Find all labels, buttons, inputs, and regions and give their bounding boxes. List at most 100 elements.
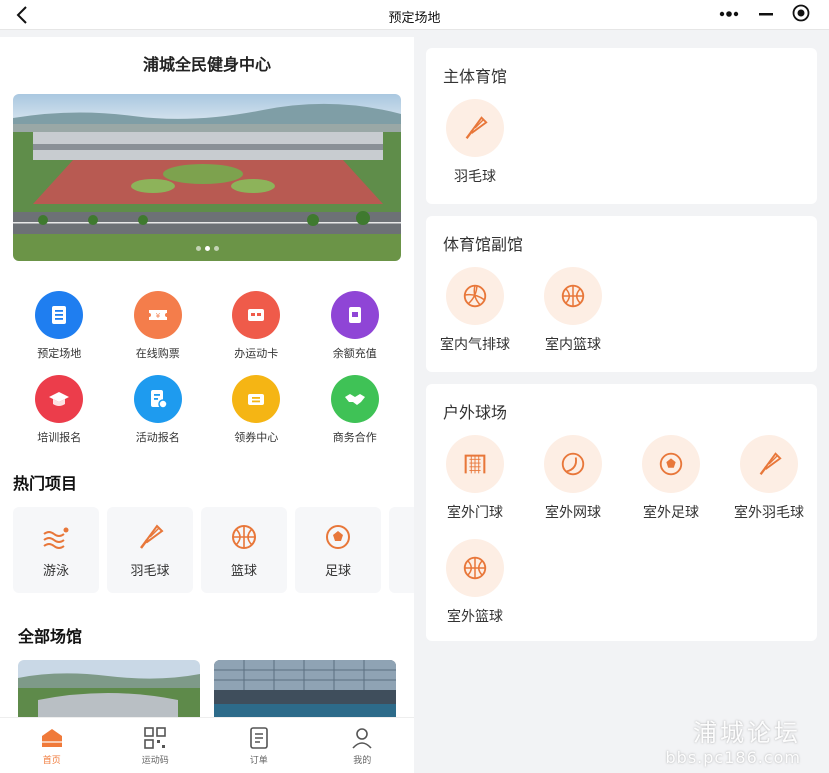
hot-card-label: 羽毛球 bbox=[130, 563, 170, 579]
category-card-main-gym: 主体育馆 羽毛球 bbox=[426, 48, 817, 204]
gate-icon bbox=[446, 435, 504, 493]
venue-category-pane: 主体育馆 羽毛球 体育馆副馆 室内气排球 室内篮球 户外球场 室外门球 室外网球… bbox=[414, 37, 829, 773]
sport-label: 室内气排球 bbox=[440, 337, 510, 353]
home-icon bbox=[41, 729, 62, 747]
grid-item-recharge[interactable]: 余额充值 bbox=[306, 291, 405, 361]
sport-item-outdoor-gateball[interactable]: 室外门球 bbox=[426, 435, 524, 522]
carousel-dot[interactable] bbox=[195, 246, 201, 251]
sport-item-outdoor-badminton[interactable]: 室外羽毛球 bbox=[720, 435, 818, 522]
list-icon bbox=[35, 291, 84, 339]
hot-card-label: 游泳 bbox=[42, 563, 69, 579]
grid-item-label: 预定场地 bbox=[37, 347, 82, 360]
sport-label: 室外篮球 bbox=[447, 609, 503, 625]
sport-item-outdoor-tennis[interactable]: 室外网球 bbox=[524, 435, 622, 522]
grid-item-label: 领券中心 bbox=[234, 431, 279, 444]
wallet-icon bbox=[330, 291, 379, 339]
home-pane: 浦城全民健身中心 预定场地 ¥ 在线购票 办运动卡 余额充值 培训报名 活动报名… bbox=[0, 37, 414, 773]
more-dots-icon[interactable] bbox=[718, 7, 740, 23]
badminton-icon bbox=[446, 99, 504, 157]
grid-item-training[interactable]: 培训报名 bbox=[10, 375, 109, 445]
tennis-ball-icon bbox=[544, 435, 602, 493]
banner-carousel[interactable] bbox=[13, 94, 401, 261]
sport-label: 室外足球 bbox=[643, 505, 699, 521]
grid-item-label: 在线购票 bbox=[135, 347, 180, 360]
category-card-outdoor: 户外球场 室外门球 室外网球 室外足球 室外羽毛球 室外篮球 bbox=[426, 384, 817, 641]
football-icon bbox=[642, 435, 700, 493]
tab-orders[interactable]: 订单 bbox=[207, 718, 311, 773]
hot-card-basketball[interactable]: 篮球 bbox=[201, 507, 287, 593]
svg-text:¥: ¥ bbox=[156, 312, 161, 320]
grid-item-label: 办运动卡 bbox=[234, 347, 279, 360]
hot-card-swimming[interactable]: 游泳 bbox=[13, 507, 99, 593]
carousel-dot[interactable] bbox=[213, 246, 219, 251]
basketball-icon bbox=[446, 539, 504, 597]
order-list-icon bbox=[249, 727, 268, 749]
hot-card-label: 篮球 bbox=[230, 563, 257, 579]
nav-bar: 预定场地 bbox=[0, 0, 829, 30]
tab-label: 我的 bbox=[353, 756, 372, 766]
venue-list bbox=[18, 660, 398, 720]
grid-item-event[interactable]: 活动报名 bbox=[109, 375, 208, 445]
football-icon bbox=[326, 524, 350, 549]
page-title: 预定场地 bbox=[388, 11, 441, 26]
banner-image bbox=[13, 94, 401, 261]
tab-mine[interactable]: 我的 bbox=[311, 718, 415, 773]
hot-card-badminton[interactable]: 羽毛球 bbox=[107, 507, 193, 593]
card-icon bbox=[232, 291, 281, 339]
hot-card-label: 足球 bbox=[324, 563, 351, 579]
minus-icon[interactable] bbox=[758, 7, 774, 23]
tab-sport-code[interactable]: 运动码 bbox=[104, 718, 208, 773]
venue-card-image[interactable] bbox=[18, 660, 200, 720]
volleyball-icon bbox=[446, 267, 504, 325]
badminton-icon bbox=[140, 523, 164, 549]
hot-card-football[interactable]: 足球 bbox=[295, 507, 381, 593]
tab-label: 运动码 bbox=[141, 756, 169, 766]
sport-label: 室外羽毛球 bbox=[734, 505, 804, 521]
watermark-url: bbs.pc186.com bbox=[665, 748, 801, 767]
hot-section-title: 热门项目 bbox=[13, 474, 78, 493]
feature-grid: 预定场地 ¥ 在线购票 办运动卡 余额充值 培训报名 活动报名 领券中心 商务合… bbox=[10, 291, 404, 445]
grid-item-business[interactable]: 商务合作 bbox=[306, 375, 405, 445]
grid-item-sport-card[interactable]: 办运动卡 bbox=[207, 291, 306, 361]
sport-label: 羽毛球 bbox=[454, 169, 496, 185]
graduation-cap-icon bbox=[35, 375, 84, 423]
sport-label: 室外网球 bbox=[545, 505, 601, 521]
venue-card-image[interactable] bbox=[214, 660, 396, 720]
sport-item-indoor-volleyball[interactable]: 室内气排球 bbox=[426, 267, 524, 354]
carousel-dot-active[interactable] bbox=[204, 246, 210, 251]
category-title: 体育馆副馆 bbox=[443, 235, 524, 254]
grid-item-label: 培训报名 bbox=[37, 431, 82, 444]
tab-label: 首页 bbox=[42, 756, 61, 766]
badminton-icon bbox=[740, 435, 798, 493]
venues-section-title: 全部场馆 bbox=[18, 627, 83, 646]
grid-item-book-venue[interactable]: 预定场地 bbox=[10, 291, 109, 361]
basketball-icon bbox=[232, 524, 256, 549]
target-circle-icon[interactable] bbox=[792, 4, 810, 26]
mini-program-capsule bbox=[709, 3, 819, 27]
sport-item-indoor-basketball[interactable]: 室内篮球 bbox=[524, 267, 622, 354]
category-title: 户外球场 bbox=[443, 403, 508, 422]
hot-card-partial[interactable] bbox=[389, 507, 414, 593]
carousel-dots bbox=[13, 246, 401, 251]
qr-code-icon bbox=[144, 727, 167, 749]
sport-item-badminton[interactable]: 羽毛球 bbox=[426, 99, 524, 186]
category-title: 主体育馆 bbox=[443, 67, 508, 86]
tab-home[interactable]: 首页 bbox=[0, 718, 104, 773]
basketball-icon bbox=[544, 267, 602, 325]
handshake-icon bbox=[330, 375, 379, 423]
coupon-icon bbox=[232, 375, 281, 423]
grid-item-buy-ticket[interactable]: ¥ 在线购票 bbox=[109, 291, 208, 361]
watermark: 浦城论坛 bbs.pc186.com bbox=[666, 713, 801, 767]
center-name: 浦城全民健身中心 bbox=[142, 55, 271, 74]
watermark-title: 浦城论坛 bbox=[693, 719, 801, 747]
sport-label: 室内篮球 bbox=[545, 337, 601, 353]
sport-item-outdoor-football[interactable]: 室外足球 bbox=[622, 435, 720, 522]
category-card-secondary-gym: 体育馆副馆 室内气排球 室内篮球 bbox=[426, 216, 817, 372]
grid-item-label: 商务合作 bbox=[332, 431, 377, 444]
grid-item-label: 活动报名 bbox=[135, 431, 180, 444]
grid-item-label: 余额充值 bbox=[332, 347, 377, 360]
swimming-icon bbox=[43, 527, 69, 549]
grid-item-coupon[interactable]: 领券中心 bbox=[207, 375, 306, 445]
sport-item-outdoor-basketball[interactable]: 室外篮球 bbox=[426, 539, 524, 626]
hot-sports-list[interactable]: 游泳 羽毛球 篮球 足球 bbox=[13, 507, 414, 593]
